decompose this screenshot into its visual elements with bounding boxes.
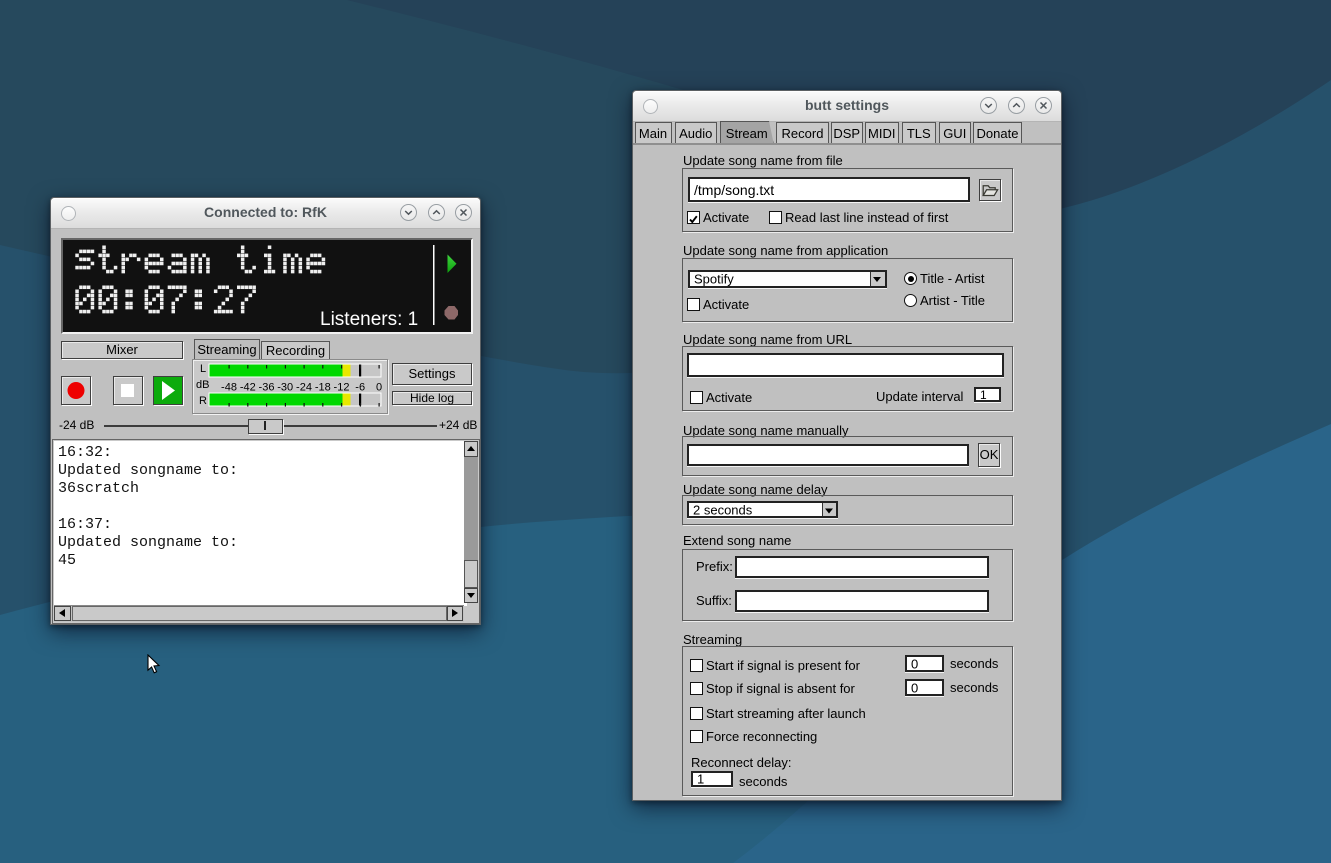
svg-text:-18: -18 [315,382,331,394]
svg-text:-24: -24 [296,382,312,394]
svg-text:-48: -48 [221,382,237,394]
svg-text:-36: -36 [259,382,275,394]
svg-text:0: 0 [376,382,382,394]
svg-text:-12: -12 [334,382,350,394]
svg-text:-6: -6 [355,382,365,394]
svg-text:-42: -42 [240,382,256,394]
svg-text:-30: -30 [277,382,293,394]
